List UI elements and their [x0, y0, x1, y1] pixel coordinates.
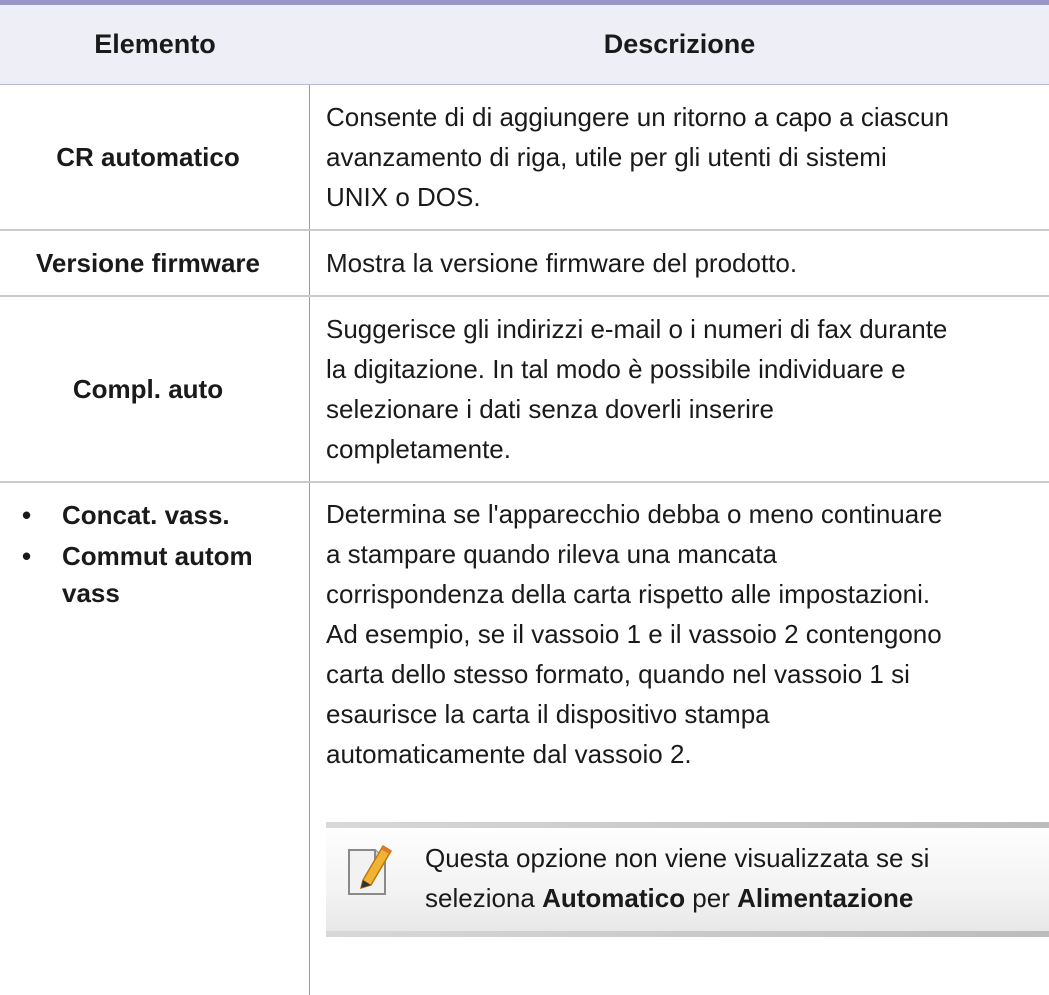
column-divider	[309, 85, 310, 995]
item-cr-automatico: CR automatico	[56, 141, 240, 172]
desc-line: selezionare i dati senza doverli inserir…	[326, 394, 775, 424]
desc-line: Mostra la versione firmware del prodotto…	[326, 248, 798, 278]
desc-line: completamente.	[326, 434, 511, 464]
note-top-border	[326, 822, 1049, 828]
desc-line: Ad esempio, se il vassoio 1 e il vassoio…	[326, 619, 942, 649]
desc-line: carta dello stesso formato, quando nel v…	[326, 659, 910, 689]
desc-line: la digitazione. In tal modo è possibile …	[326, 354, 906, 384]
desc-line: automaticamente dal vassoio 2.	[326, 739, 692, 769]
row-divider	[0, 481, 1049, 483]
desc-line: esaurisce la carta il dispositivo stampa	[326, 699, 770, 729]
desc-versione-firmware: Mostra la versione firmware del prodotto…	[326, 243, 1042, 283]
desc-line: Suggerisce gli indirizzi e-mail o i nume…	[326, 314, 948, 344]
header-descrizione: Descrizione	[603, 29, 756, 59]
bullet-icon: •	[22, 541, 32, 571]
item-bullet-list: • Concat. vass. • Commut autom vass	[22, 497, 302, 616]
desc-line: Consente di di aggiungere un ritorno a c…	[326, 102, 949, 132]
desc-line: corrispondenza della carta rispetto alle…	[326, 579, 931, 609]
bullet-icon: •	[22, 500, 32, 530]
desc-line: a stampare quando rileva una mancata	[326, 539, 777, 569]
desc-cr-automatico: Consente di di aggiungere un ritorno a c…	[326, 97, 1042, 217]
bullet-item: • Concat. vass.	[22, 497, 302, 534]
desc-line: Determina se l'apparecchio debba o meno …	[326, 499, 943, 529]
item-compl-auto: Compl. auto	[72, 373, 224, 404]
desc-compl-auto: Suggerisce gli indirizzi e-mail o i nume…	[326, 309, 1042, 469]
note-text: Questa opzione non viene visualizzata se…	[425, 838, 1035, 918]
desc-line: UNIX o DOS.	[326, 182, 481, 212]
desc-concat-vass: Determina se l'apparecchio debba o meno …	[326, 494, 1042, 774]
note-line: Questa opzione non viene visualizzata se…	[425, 843, 930, 873]
desc-line: avanzamento di riga, utile per gli utent…	[326, 142, 887, 172]
bullet-item: • Commut autom vass	[22, 538, 302, 612]
item-versione-firmware: Versione firmware	[36, 247, 260, 278]
note-bottom-border	[326, 931, 1049, 937]
table-header: Elemento Descrizione	[0, 5, 1049, 85]
header-elemento: Elemento	[94, 29, 216, 59]
note-line: seleziona Automatico per Alimentazione	[425, 883, 914, 913]
note-pencil-icon	[348, 844, 393, 895]
